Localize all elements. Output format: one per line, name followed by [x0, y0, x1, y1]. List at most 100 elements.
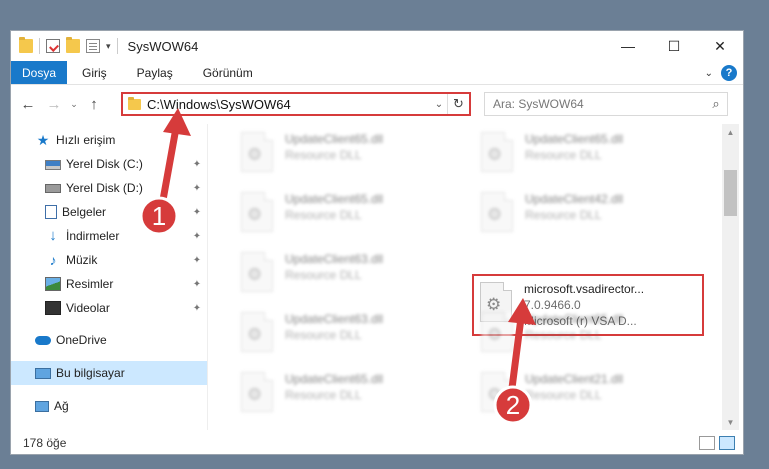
file-description: Resource DLL: [525, 148, 602, 162]
file-item[interactable]: UpdateClient63.dll Resource DLL: [233, 310, 458, 366]
download-icon: ↓: [49, 227, 57, 244]
file-description: Resource DLL: [285, 268, 362, 282]
dll-file-icon: [481, 192, 513, 232]
pin-icon[interactable]: ✦: [187, 255, 207, 266]
file-item[interactable]: UpdateClient21.dll Resource DLL: [473, 370, 698, 426]
sidebar-item-label: Resimler: [66, 277, 114, 291]
sidebar-item-label: OneDrive: [56, 333, 107, 347]
item-count: 178 öğe: [23, 436, 67, 450]
file-item[interactable]: UpdateClient65.dll Resource DLL: [233, 370, 458, 426]
forward-button[interactable]: →: [41, 96, 67, 113]
tiles-view-icon[interactable]: [719, 436, 735, 450]
file-name: microsoft.vsadirector...: [524, 282, 645, 296]
file-description: Resource DLL: [525, 388, 602, 402]
pin-icon[interactable]: ✦: [187, 303, 207, 314]
pin-icon[interactable]: ✦: [187, 231, 207, 242]
file-item[interactable]: UpdateClient65.dll Resource DLL: [473, 130, 698, 186]
sidebar-item-label: Yerel Disk (C:): [66, 157, 143, 171]
view-options-icon[interactable]: [86, 39, 100, 53]
pin-icon[interactable]: ✦: [187, 183, 207, 194]
minimize-button[interactable]: —: [605, 31, 651, 61]
tab-share[interactable]: Paylaş: [122, 61, 188, 84]
file-description: Resource DLL: [285, 388, 362, 402]
file-item[interactable]: UpdateClient65.dll Resource DLL: [233, 190, 458, 246]
dll-file-icon: [481, 132, 513, 172]
sidebar-item-label: İndirmeler: [66, 229, 120, 243]
pin-icon[interactable]: ✦: [187, 159, 207, 170]
file-name: UpdateClient21.dll: [525, 372, 624, 386]
help-icon[interactable]: ?: [721, 65, 737, 81]
sidebar-item-quick-access[interactable]: ★ Hızlı erişim: [11, 128, 207, 152]
file-item[interactable]: UpdateClient42.dll Resource DLL: [473, 190, 698, 246]
sidebar-item-downloads[interactable]: ↓ İndirmeler ✦: [11, 224, 207, 248]
file-name: UpdateClient65.dll: [525, 312, 624, 326]
file-item[interactable]: UpdateClient65.dll Resource DLL: [233, 130, 458, 186]
file-description: Resource DLL: [285, 208, 362, 222]
address-text[interactable]: C:\Windows\SysWOW64: [147, 97, 431, 112]
navigation-bar: ← → ⌄ ↑ C:\Windows\SysWOW64 ⌄ ↻ Ara: Sys…: [11, 86, 743, 122]
folder-icon: [19, 37, 33, 53]
sidebar-item-pictures[interactable]: Resimler ✦: [11, 272, 207, 296]
ribbon-tabs: Dosya Giriş Paylaş Görünüm ⌄ ?: [11, 61, 743, 85]
sidebar-item-videos[interactable]: Videolar ✦: [11, 296, 207, 320]
ribbon-right: ⌄ ?: [705, 61, 737, 85]
pin-icon[interactable]: ✦: [187, 207, 207, 218]
sidebar-item-documents[interactable]: Belgeler ✦: [11, 200, 207, 224]
dll-file-icon: [481, 312, 513, 352]
file-name: UpdateClient65.dll: [285, 372, 384, 386]
toolbar-separator: [116, 38, 118, 54]
explorer-window: ▾ SysWOW64 — ☐ ✕ Dosya Giriş Paylaş Görü…: [10, 30, 744, 455]
address-bar[interactable]: C:\Windows\SysWOW64 ⌄ ↻: [121, 92, 471, 116]
file-description: Resource DLL: [285, 148, 362, 162]
file-name: UpdateClient65.dll: [285, 192, 384, 206]
chevron-down-icon[interactable]: ⌄: [431, 99, 447, 110]
expand-ribbon-icon[interactable]: ⌄: [705, 68, 713, 79]
sidebar-item-label: Müzik: [66, 253, 98, 267]
scroll-thumb[interactable]: [724, 170, 737, 216]
file-name: UpdateClient65.dll: [285, 132, 384, 146]
sidebar-item-label: Belgeler: [62, 205, 107, 219]
sidebar-item-music[interactable]: ♪ Müzik ✦: [11, 248, 207, 272]
sidebar-item-label: Videolar: [66, 301, 110, 315]
dll-file-icon: [241, 372, 273, 412]
status-bar: 178 öğe: [11, 430, 743, 454]
sidebar-item-local-disk-d[interactable]: Yerel Disk (D:) ✦: [11, 176, 207, 200]
search-box[interactable]: Ara: SysWOW64 ⌕: [484, 92, 728, 116]
cloud-icon: [35, 335, 51, 345]
properties-icon[interactable]: [46, 39, 60, 53]
file-description: Resource DLL: [525, 208, 602, 222]
tab-home[interactable]: Giriş: [67, 61, 122, 84]
customize-toolbar-icon[interactable]: ▾: [106, 41, 111, 52]
music-icon: ♪: [49, 252, 57, 268]
refresh-icon[interactable]: ↻: [447, 94, 469, 114]
vertical-scrollbar[interactable]: ▲ ▼: [722, 124, 739, 430]
maximize-button[interactable]: ☐: [651, 31, 697, 61]
window-controls: — ☐ ✕: [605, 31, 743, 61]
scroll-up-icon[interactable]: ▲: [722, 124, 739, 140]
sidebar-item-network[interactable]: Ağ: [11, 394, 207, 418]
up-button[interactable]: ↑: [81, 96, 107, 113]
tab-file[interactable]: Dosya: [11, 61, 67, 84]
scroll-down-icon[interactable]: ▼: [722, 414, 739, 430]
back-button[interactable]: ←: [15, 96, 41, 113]
sidebar-item-this-pc[interactable]: Bu bilgisayar: [11, 361, 207, 385]
close-button[interactable]: ✕: [697, 31, 743, 61]
sidebar-item-local-disk-c[interactable]: Yerel Disk (C:) ✦: [11, 152, 207, 176]
tab-view[interactable]: Görünüm: [188, 61, 268, 84]
file-item[interactable]: UpdateClient65.dll Resource DLL: [473, 310, 698, 366]
file-item[interactable]: UpdateClient63.dll Resource DLL: [233, 250, 458, 306]
recent-locations-button[interactable]: ⌄: [67, 99, 81, 110]
toolbar-separator: [39, 38, 40, 54]
file-name: UpdateClient63.dll: [285, 252, 384, 266]
pin-icon[interactable]: ✦: [187, 279, 207, 290]
new-folder-icon[interactable]: [66, 37, 80, 53]
sidebar-item-onedrive[interactable]: OneDrive: [11, 328, 207, 352]
view-toggle: [699, 436, 735, 450]
sidebar-item-label: Bu bilgisayar: [56, 366, 125, 380]
network-icon: [35, 400, 49, 412]
search-input[interactable]: Ara: SysWOW64: [493, 97, 705, 111]
search-icon[interactable]: ⌕: [705, 96, 727, 112]
file-name: UpdateClient65.dll: [525, 132, 624, 146]
file-name: UpdateClient42.dll: [525, 192, 624, 206]
details-view-icon[interactable]: [699, 436, 715, 450]
